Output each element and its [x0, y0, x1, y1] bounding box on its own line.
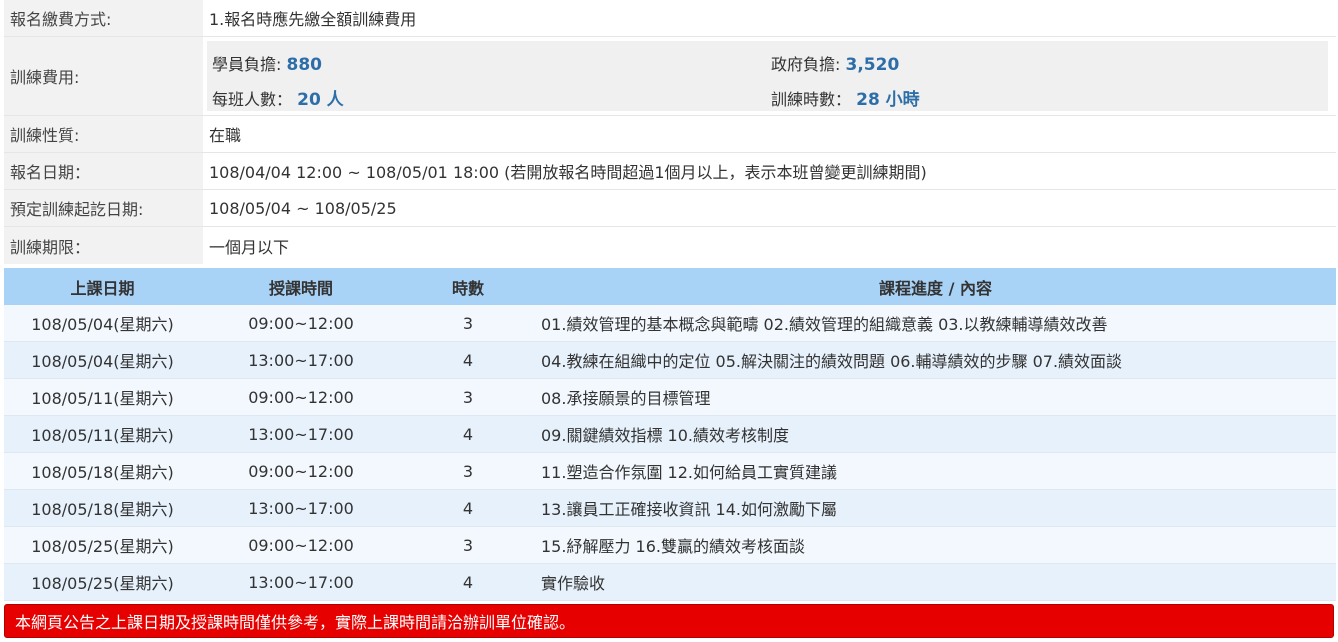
row-time: 09:00~12:00 [201, 526, 401, 564]
row-time: 09:00~12:00 [201, 452, 401, 490]
gov-fee-value: 3,520 [845, 55, 900, 75]
schedule-table: 上課日期 授課時間 時數 課程進度 / 內容 108/05/04(星期六) 09… [4, 268, 1336, 601]
payment-value: 1.報名時應先繳全額訓練費用 [209, 10, 417, 29]
row-content: 08.承接願景的目標管理 [535, 378, 1336, 416]
gov-fee-label: 政府負擔: [771, 55, 841, 74]
header-time: 授課時間 [201, 268, 401, 305]
period-value: 108/05/04 ~ 108/05/25 [209, 198, 397, 218]
table-row: 108/05/25(星期六) 13:00~17:00 4 實作驗收 [4, 563, 1336, 601]
row-hours: 4 [401, 489, 535, 527]
student-fee-label: 學員負擔: [212, 55, 282, 74]
fee-row: 訓練費用: 學員負擔: 880 政府負擔: 3,520 每班人數： 20 人 訓… [4, 37, 1336, 116]
row-hours: 3 [401, 305, 535, 342]
row-content: 15.紓解壓力 16.雙贏的績效考核面談 [535, 526, 1336, 564]
table-row: 108/05/04(星期六) 09:00~12:00 3 01.績效管理的基本概… [4, 305, 1336, 342]
schedule-header-row: 上課日期 授課時間 時數 課程進度 / 內容 [4, 268, 1336, 305]
row-time: 09:00~12:00 [201, 378, 401, 416]
row-date: 108/05/25(星期六) [4, 526, 201, 564]
row-content: 11.塑造合作氛圍 12.如何給員工實質建議 [535, 452, 1336, 490]
duration-row: 訓練期限： 一個月以下 [4, 227, 1336, 264]
row-date: 108/05/04(星期六) [4, 305, 201, 342]
row-date: 108/05/25(星期六) [4, 563, 201, 601]
fee-box: 學員負擔: 880 政府負擔: 3,520 每班人數： 20 人 訓練時數： 2… [207, 41, 1328, 111]
training-hours-value: 28 小時 [856, 90, 920, 110]
period-label: 預定訓練起訖日期: [4, 190, 203, 226]
row-content: 09.關鍵績效指標 10.績效考核制度 [535, 415, 1336, 453]
row-time: 09:00~12:00 [201, 305, 401, 342]
row-hours: 4 [401, 415, 535, 453]
header-content: 課程進度 / 內容 [535, 268, 1336, 305]
table-row: 108/05/04(星期六) 13:00~17:00 4 04.教練在組織中的定… [4, 341, 1336, 379]
row-date: 108/05/18(星期六) [4, 489, 201, 527]
table-row: 108/05/18(星期六) 13:00~17:00 4 13.讓員工正確接收資… [4, 489, 1336, 527]
reg-date-value: 108/04/04 12:00 ~ 108/05/01 18:00 (若開放報名… [209, 163, 927, 182]
row-date: 108/05/11(星期六) [4, 415, 201, 453]
schedule-disclaimer-notice: 本網頁公告之上課日期及授課時間僅供參考，實際上課時間請洽辦訓單位確認。 [4, 604, 1334, 638]
duration-label: 訓練期限： [4, 227, 203, 264]
row-content: 04.教練在組織中的定位 05.解決關注的績效問題 06.輔導績效的步驟 07.… [535, 341, 1336, 379]
class-size: 每班人數： 20 人 [212, 85, 344, 110]
row-hours: 3 [401, 526, 535, 564]
row-date: 108/05/04(星期六) [4, 341, 201, 379]
row-hours: 3 [401, 452, 535, 490]
nature-value: 在職 [209, 126, 242, 145]
nature-row: 訓練性質: 在職 [4, 116, 1336, 153]
class-size-value: 20 人 [297, 90, 344, 110]
row-hours: 4 [401, 341, 535, 379]
period-row: 預定訓練起訖日期: 108/05/04 ~ 108/05/25 [4, 190, 1336, 227]
duration-value: 一個月以下 [209, 237, 290, 257]
course-info-table: 報名繳費方式: 1.報名時應先繳全額訓練費用 訓練費用: 學員負擔: 880 政… [4, 0, 1336, 264]
table-row: 108/05/25(星期六) 09:00~12:00 3 15.紓解壓力 16.… [4, 526, 1336, 564]
payment-row: 報名繳費方式: 1.報名時應先繳全額訓練費用 [4, 0, 1336, 37]
student-fee-value: 880 [286, 55, 323, 75]
table-row: 108/05/11(星期六) 09:00~12:00 3 08.承接願景的目標管… [4, 378, 1336, 416]
row-content: 01.績效管理的基本概念與範疇 02.績效管理的組織意義 03.以教練輔導績效改… [535, 305, 1336, 342]
training-hours: 訓練時數： 28 小時 [771, 85, 920, 110]
row-time: 13:00~17:00 [201, 563, 401, 601]
row-content: 實作驗收 [535, 563, 1336, 601]
row-hours: 4 [401, 563, 535, 601]
row-date: 108/05/11(星期六) [4, 378, 201, 416]
table-row: 108/05/18(星期六) 09:00~12:00 3 11.塑造合作氛圍 1… [4, 452, 1336, 490]
row-content: 13.讓員工正確接收資訊 14.如何激勵下屬 [535, 489, 1336, 527]
row-time: 13:00~17:00 [201, 415, 401, 453]
table-row: 108/05/11(星期六) 13:00~17:00 4 09.關鍵績效指標 1… [4, 415, 1336, 453]
payment-label: 報名繳費方式: [4, 0, 203, 36]
class-size-label: 每班人數： [212, 90, 293, 109]
training-hours-label: 訓練時數： [771, 90, 852, 109]
row-time: 13:00~17:00 [201, 341, 401, 379]
gov-fee: 政府負擔: 3,520 [771, 51, 899, 75]
header-date: 上課日期 [4, 268, 201, 305]
header-hours: 時數 [401, 268, 535, 305]
reg-date-row: 報名日期： 108/04/04 12:00 ~ 108/05/01 18:00 … [4, 153, 1336, 190]
fee-label: 訓練費用: [4, 37, 203, 115]
reg-date-label: 報名日期： [4, 153, 203, 189]
row-time: 13:00~17:00 [201, 489, 401, 527]
row-date: 108/05/18(星期六) [4, 452, 201, 490]
row-hours: 3 [401, 378, 535, 416]
nature-label: 訓練性質: [4, 116, 203, 152]
student-fee: 學員負擔: 880 [212, 51, 322, 75]
